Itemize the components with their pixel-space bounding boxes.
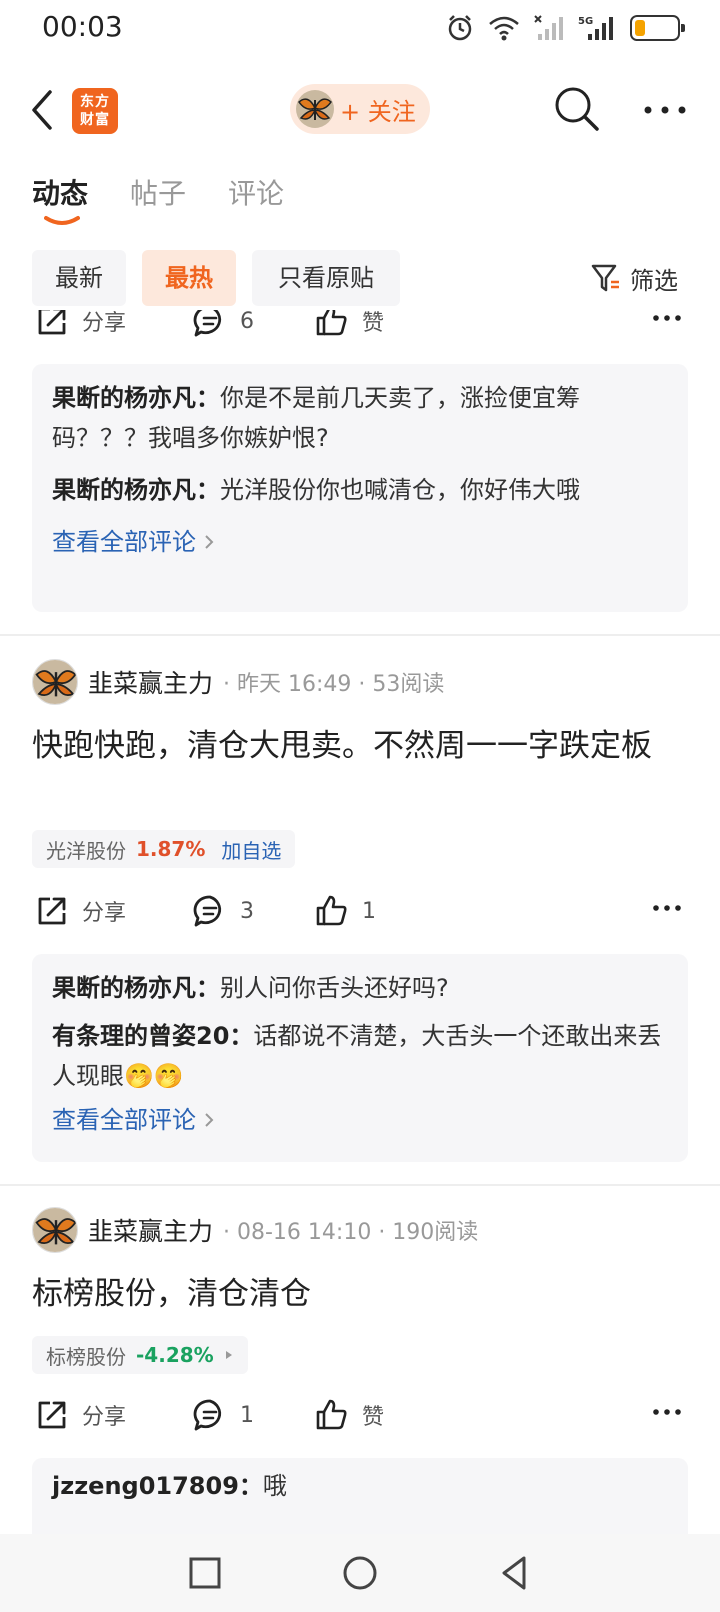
comment-preview: 果断的杨亦凡：别人问你舌头还好吗? 有条理的曾姿20：话都说不清楚，大舌头一个还…: [32, 954, 688, 1162]
share-button[interactable]: 分享: [34, 1394, 126, 1436]
status-time: 00:03: [42, 10, 123, 43]
tab-posts[interactable]: 帖子: [130, 172, 186, 212]
back-button[interactable]: [24, 86, 64, 134]
comment-button[interactable]: 1: [192, 1394, 254, 1436]
svg-text:5G: 5G: [578, 16, 593, 27]
comment-icon: [193, 895, 222, 927]
post-more-icon[interactable]: [652, 310, 682, 328]
feed-list: 分享 6 赞 果断的杨亦凡：你是不是前几天卖了，涨捡便宜筹码？？？我唱多你嫉妒恨…: [0, 310, 720, 1534]
alarm-icon: [448, 15, 472, 41]
stock-name: 标榜股份: [46, 1344, 126, 1369]
post-more-icon[interactable]: [652, 898, 682, 918]
post-meta: · 08-16 14:10 · 190阅读: [223, 1220, 479, 1245]
comment-button[interactable]: 6: [192, 310, 254, 342]
comment-preview: jzzeng017809：哦: [32, 1458, 688, 1534]
post-author-row[interactable]: 韭菜赢主力 · 08-16 14:10 · 190阅读: [32, 1206, 712, 1254]
like-button[interactable]: 1: [314, 890, 376, 932]
post-content[interactable]: 快跑快跑，清仓大甩卖。不然周一一字跌定板: [32, 722, 692, 770]
comment-icon: [193, 310, 222, 337]
system-navigation-bar: [0, 1534, 720, 1612]
recent-apps-icon[interactable]: [184, 1552, 226, 1594]
home-icon[interactable]: [339, 1552, 381, 1594]
content-tabs: 动态 帖子 评论: [0, 168, 720, 228]
view-all-comments-link[interactable]: 查看全部评论: [52, 522, 668, 562]
status-bar: 00:03 5G: [0, 0, 720, 56]
follow-button[interactable]: + 关注: [290, 84, 430, 134]
top-header: 东方 财富 + 关注: [0, 70, 720, 150]
stock-change: -4.28%: [136, 1343, 214, 1367]
more-menu-button[interactable]: [640, 90, 690, 130]
active-tab-indicator: [44, 216, 80, 225]
post-actions: 分享 6 赞: [0, 310, 720, 346]
more-dots-icon: [644, 106, 686, 114]
signal-5g-icon: 5G: [578, 16, 613, 40]
tab-dynamic[interactable]: 动态: [32, 172, 88, 212]
comment-icon: [193, 1399, 222, 1431]
back-icon: [32, 90, 52, 130]
post-divider: [0, 634, 720, 636]
tab-comments[interactable]: 评论: [228, 172, 284, 212]
filter-bar: 最新 最热 只看原贴 筛选: [0, 250, 720, 306]
stock-tag[interactable]: 光洋股份 1.87% 加自选: [32, 830, 296, 868]
add-to-watchlist-button[interactable]: 加自选: [221, 835, 281, 864]
like-button[interactable]: 赞: [314, 310, 384, 342]
battery-level: [635, 20, 645, 36]
stock-name: 光洋股份: [46, 838, 126, 863]
search-icon: [555, 87, 599, 131]
post-author-row[interactable]: 韭菜赢主力 · 昨天 16:49 · 53阅读: [32, 658, 712, 706]
search-button[interactable]: [552, 84, 602, 134]
view-all-comments-link[interactable]: 查看全部评论: [52, 1100, 668, 1140]
back-nav-icon[interactable]: [494, 1552, 536, 1594]
share-button[interactable]: 分享: [34, 310, 126, 342]
follow-label: + 关注: [340, 97, 416, 126]
comment-preview: 果断的杨亦凡：你是不是前几天卖了，涨捡便宜筹码？？？我唱多你嫉妒恨? 果断的杨亦…: [32, 364, 688, 612]
chip-original-only[interactable]: 只看原贴: [252, 250, 400, 306]
author-avatar[interactable]: [32, 659, 78, 705]
filter-label: 筛选: [630, 266, 678, 295]
caret-right-icon: [225, 1351, 232, 1359]
comment-item[interactable]: 果断的杨亦凡：别人问你舌头还好吗?: [52, 968, 668, 1008]
wifi-icon: [489, 16, 519, 41]
post-actions: 分享 3 1: [0, 886, 720, 936]
author-avatar[interactable]: [32, 1207, 78, 1253]
filter-button[interactable]: 筛选: [590, 256, 678, 300]
battery-icon: [630, 15, 685, 41]
comment-item[interactable]: jzzeng017809：哦: [52, 1466, 668, 1506]
share-icon: [38, 897, 66, 925]
share-icon: [38, 1401, 66, 1429]
like-button[interactable]: 赞: [314, 1394, 384, 1436]
app-logo[interactable]: 东方 财富: [72, 88, 118, 134]
comment-item[interactable]: 果断的杨亦凡：光洋股份你也喊清仓，你好伟大哦: [52, 470, 668, 510]
chevron-right-icon: [205, 1113, 214, 1127]
stock-change: 1.87%: [136, 837, 206, 861]
comment-item[interactable]: 果断的杨亦凡：你是不是前几天卖了，涨捡便宜筹码？？？我唱多你嫉妒恨?: [52, 378, 668, 458]
chevron-right-icon: [205, 535, 214, 549]
post-divider: [0, 1184, 720, 1186]
post-actions: 分享 1 赞: [0, 1390, 720, 1440]
comment-item[interactable]: 有条理的曾姿20：话都说不清楚，大舌头一个还敢出来丢人现眼🤭🤭: [52, 1016, 668, 1096]
stock-tag[interactable]: 标榜股份 -4.28%: [32, 1336, 248, 1374]
share-icon: [38, 310, 66, 335]
comment-button[interactable]: 3: [192, 890, 254, 932]
signal-off-icon: [534, 15, 563, 40]
filter-icon: [591, 264, 619, 292]
post-meta: · 昨天 16:49 · 53阅读: [223, 672, 445, 697]
thumbs-up-icon: [316, 310, 347, 336]
share-button[interactable]: 分享: [34, 890, 126, 932]
author-name[interactable]: 韭菜赢主力: [88, 1212, 213, 1248]
chip-latest[interactable]: 最新: [32, 250, 126, 306]
thumbs-up-icon: [316, 895, 347, 926]
post-content[interactable]: 标榜股份，清仓清仓: [32, 1270, 692, 1318]
post-more-icon[interactable]: [652, 1402, 682, 1422]
chip-hottest[interactable]: 最热: [142, 250, 236, 306]
user-avatar: [296, 90, 334, 128]
thumbs-up-icon: [316, 1399, 347, 1430]
author-name[interactable]: 韭菜赢主力: [88, 664, 213, 700]
